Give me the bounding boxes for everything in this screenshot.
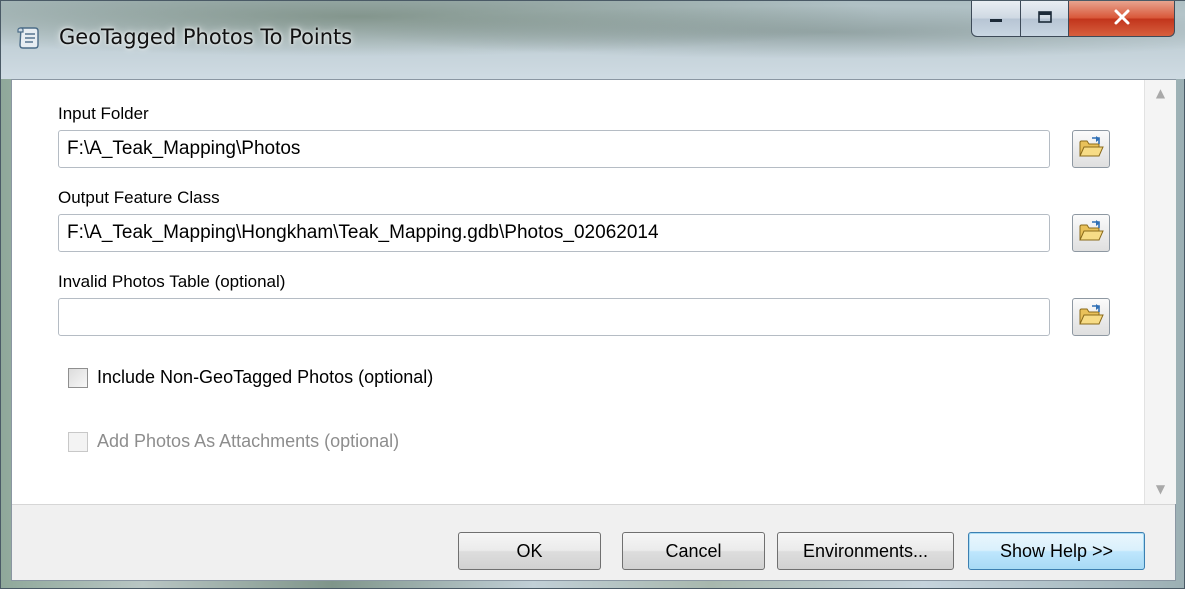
open-folder-icon [1078,220,1104,246]
include-non-geotagged-checkbox[interactable] [68,367,88,388]
dialog-client-area: Input Folder Output Feature Class [11,79,1176,581]
close-button[interactable] [1069,1,1175,37]
maximize-button[interactable] [1021,1,1069,37]
maximize-icon [1037,9,1053,28]
minimize-button[interactable] [971,1,1021,37]
dialog-window: GeoTagged Photos To Points Input Folder [0,0,1185,589]
vertical-scrollbar[interactable]: ▲ ▼ [1144,80,1176,504]
close-icon [1112,8,1132,30]
add-photos-attachments-checkbox [68,431,88,452]
output-feature-class-label: Output Feature Class [58,188,220,207]
input-folder-browse-button[interactable] [1072,130,1110,168]
open-folder-icon [1078,304,1104,330]
window-title: GeoTagged Photos To Points [59,25,353,49]
include-non-geotagged-row[interactable]: Include Non-GeoTagged Photos (optional) [68,367,433,388]
invalid-photos-table-browse-button[interactable] [1072,298,1110,336]
environments-button[interactable]: Environments... [777,532,954,570]
script-tool-icon [15,25,41,51]
scroll-up-arrow-icon[interactable]: ▲ [1145,82,1176,104]
caption-buttons [971,1,1175,39]
include-non-geotagged-label: Include Non-GeoTagged Photos (optional) [97,367,434,387]
open-folder-icon [1078,136,1104,162]
invalid-photos-table-label: Invalid Photos Table (optional) [58,272,286,291]
invalid-photos-table-field[interactable] [58,298,1050,336]
output-feature-class-field[interactable] [58,214,1050,252]
input-folder-label: Input Folder [58,104,149,123]
output-feature-class-browse-button[interactable] [1072,214,1110,252]
minimize-icon [988,9,1004,28]
add-photos-attachments-row: Add Photos As Attachments (optional) [68,431,399,452]
footer-divider [12,504,1175,505]
input-folder-field[interactable] [58,130,1050,168]
add-photos-attachments-label: Add Photos As Attachments (optional) [97,431,400,451]
cancel-button[interactable]: Cancel [622,532,765,570]
ok-button[interactable]: OK [458,532,601,570]
title-bar[interactable]: GeoTagged Photos To Points [1,1,1185,79]
scroll-down-arrow-icon[interactable]: ▼ [1145,478,1176,500]
show-help-button[interactable]: Show Help >> [968,532,1145,570]
parameters-pane: Input Folder Output Feature Class [12,80,1144,504]
